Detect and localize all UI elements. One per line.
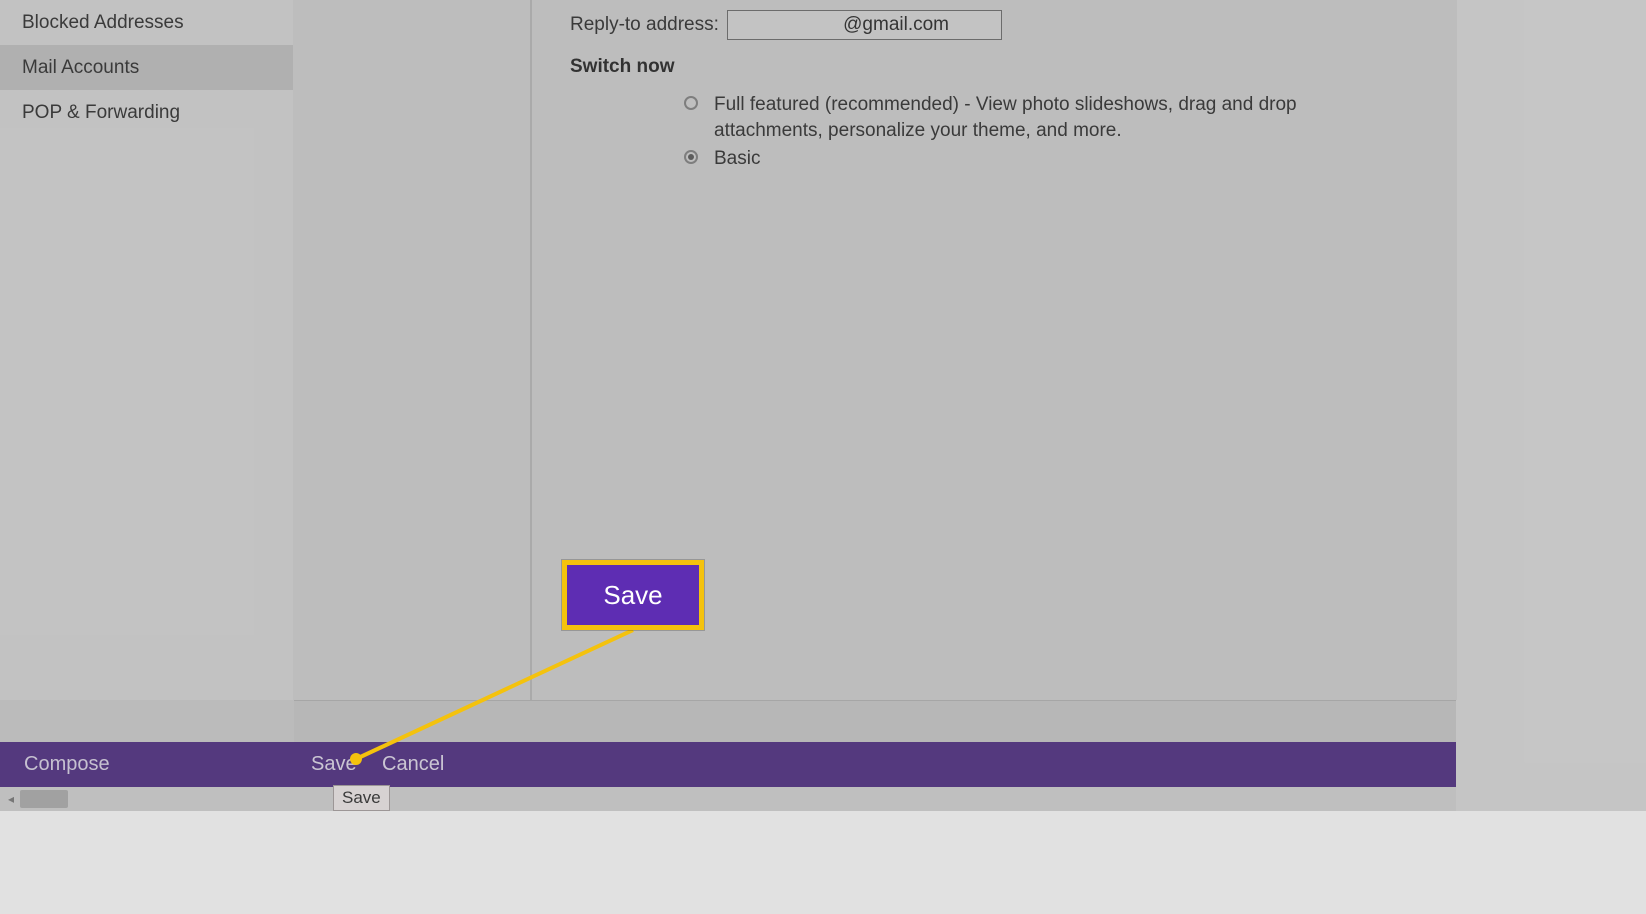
save-tooltip: Save: [333, 785, 390, 811]
sidebar-item-label: Mail Accounts: [22, 57, 139, 79]
switch-option-label: Full featured (recommended) - View photo…: [714, 92, 1404, 143]
sidebar-item-label: Blocked Addresses: [22, 12, 184, 34]
scroll-left-icon[interactable]: ◂: [4, 790, 18, 808]
settings-page: Blocked Addresses Mail Accounts POP & Fo…: [0, 0, 1646, 914]
horizontal-scrollbar-thumb[interactable]: [20, 790, 68, 808]
footer-bar: Compose Save Cancel: [0, 742, 1456, 787]
settings-sidebar: Blocked Addresses Mail Accounts POP & Fo…: [0, 0, 293, 700]
save-callout-label: Save: [603, 580, 662, 611]
reply-to-row: Reply-to address:: [570, 10, 1002, 40]
right-margin: [1456, 0, 1646, 914]
radio-icon[interactable]: [684, 96, 698, 110]
sidebar-item-blocked-addresses[interactable]: Blocked Addresses: [0, 0, 293, 45]
content-separator: [294, 700, 1456, 742]
sidebar-item-pop-forwarding[interactable]: POP & Forwarding: [0, 90, 293, 135]
sidebar-item-mail-accounts[interactable]: Mail Accounts: [0, 45, 293, 90]
switch-option-basic[interactable]: Basic: [684, 146, 1404, 172]
switch-option-full[interactable]: Full featured (recommended) - View photo…: [684, 92, 1404, 143]
sidebar-gap: [293, 0, 530, 700]
reply-to-input[interactable]: [727, 10, 1002, 40]
horizontal-scrollbar-track[interactable]: [0, 787, 1456, 811]
save-button[interactable]: Save: [311, 753, 357, 776]
switch-option-label: Basic: [714, 146, 760, 172]
switch-now-heading: Switch now: [570, 56, 675, 78]
compose-button[interactable]: Compose: [24, 753, 110, 776]
save-callout-button[interactable]: Save: [562, 560, 704, 630]
radio-icon[interactable]: [684, 150, 698, 164]
cancel-button[interactable]: Cancel: [382, 753, 444, 776]
bottom-blank: [0, 811, 1646, 914]
sidebar-item-label: POP & Forwarding: [22, 102, 180, 124]
reply-to-label: Reply-to address:: [570, 14, 719, 36]
